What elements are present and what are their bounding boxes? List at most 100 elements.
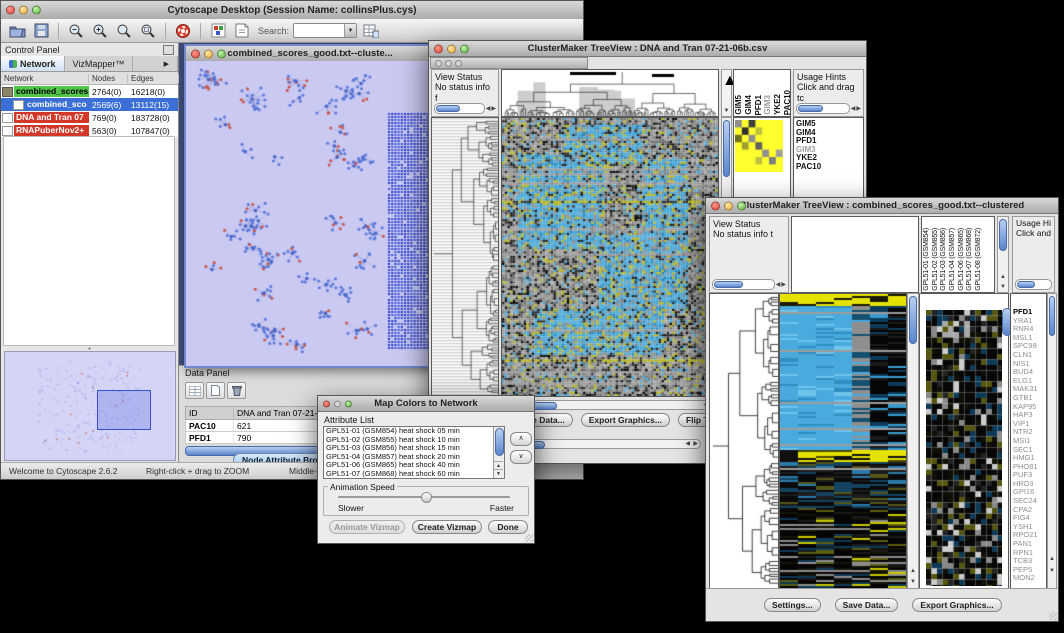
- zoom-fit-icon[interactable]: [114, 21, 134, 40]
- column-label: GIM3: [764, 95, 773, 115]
- close-icon[interactable]: [434, 44, 443, 53]
- network-icon: [13, 100, 24, 110]
- scroll-left-icon[interactable]: ◀: [776, 282, 781, 288]
- network-canvas[interactable]: [186, 61, 430, 362]
- close-icon[interactable]: [711, 201, 720, 210]
- network-list-row[interactable]: DNA and Tran 07 769(0) 183728(0): [1, 111, 178, 124]
- view-status-scrollbar[interactable]: ◀ ▶: [434, 103, 496, 114]
- zoom-window-icon[interactable]: [737, 201, 746, 210]
- vizmapper-icon[interactable]: [208, 21, 228, 40]
- resize-grip[interactable]: [525, 534, 533, 542]
- zoom-selected-icon[interactable]: [138, 21, 158, 40]
- column-dendrogram-canvas[interactable]: [502, 70, 718, 116]
- scroll-down-icon[interactable]: ▼: [494, 469, 503, 478]
- network-list-row[interactable]: combined_sco 2569(6) 13112(15): [1, 98, 178, 111]
- treeview-action-button[interactable]: Export Graphics...: [581, 413, 670, 427]
- scroll-up-icon[interactable]: ▲: [1048, 556, 1056, 562]
- scroll-up-icon[interactable]: ▲: [998, 274, 1008, 280]
- tab-overflow-icon[interactable]: ▶: [156, 56, 178, 71]
- move-up-button[interactable]: ∧: [510, 432, 532, 446]
- row-dendrogram-canvas[interactable]: [710, 294, 778, 588]
- column-strip-scrollbar[interactable]: ▲ ▼: [721, 69, 732, 117]
- heatmap-canvas[interactable]: [502, 118, 718, 396]
- zoom-window-icon[interactable]: [345, 400, 352, 407]
- network-list-row[interactable]: combined_scores 2764(0) 16218(0): [1, 85, 178, 98]
- scroll-left-icon[interactable]: ◀: [851, 106, 856, 112]
- heatmap-panel: [501, 117, 719, 397]
- usage-hints-panel: Usage Hints Click and drag tc ◀ ▶: [793, 69, 864, 117]
- minimize-icon[interactable]: [204, 49, 213, 58]
- heatmap-canvas[interactable]: [780, 294, 906, 588]
- attribute-item[interactable]: GPL51-07 (GSM868) heat shock 60 min: [324, 470, 504, 479]
- zoom-window-icon[interactable]: [455, 60, 462, 67]
- gene-label[interactable]: PAC10: [794, 163, 863, 172]
- row-dendrogram-canvas[interactable]: [432, 118, 498, 396]
- overview-viewport[interactable]: [97, 390, 151, 430]
- close-icon[interactable]: [191, 49, 200, 58]
- open-file-icon[interactable]: [7, 21, 27, 40]
- zoom-in-icon[interactable]: [90, 21, 110, 40]
- minimize-icon[interactable]: [334, 400, 341, 407]
- window-controls[interactable]: [6, 6, 41, 15]
- search-input[interactable]: ▼: [293, 23, 357, 38]
- scroll-up-icon[interactable]: ▲: [722, 72, 731, 90]
- slider-thumb[interactable]: [421, 492, 432, 503]
- gene-list-vscrollbar[interactable]: ▲ ▼: [1047, 293, 1057, 589]
- resize-grip[interactable]: [1049, 612, 1057, 620]
- network-tab-icon: [9, 60, 17, 68]
- scroll-right-icon[interactable]: ▶: [693, 441, 698, 447]
- scroll-down-icon[interactable]: ▼: [908, 579, 918, 585]
- scroll-right-icon[interactable]: ▶: [856, 106, 861, 112]
- usage-hints-scrollbar[interactable]: ◀ ▶: [796, 103, 861, 114]
- tab-network[interactable]: Network: [1, 56, 65, 71]
- create-vizmap-button[interactable]: Create Vizmap: [412, 520, 482, 534]
- animate-vizmap-button[interactable]: Animate Vizmap: [329, 520, 405, 534]
- scroll-down-icon[interactable]: ▼: [722, 108, 731, 114]
- move-down-button[interactable]: ∨: [510, 450, 532, 464]
- search-dropdown-icon[interactable]: ▼: [344, 24, 356, 37]
- view-status-scrollbar[interactable]: ◀ ▶: [712, 279, 786, 290]
- gene-label[interactable]: MON2: [1011, 574, 1046, 583]
- scroll-right-icon[interactable]: ▶: [781, 282, 786, 288]
- scroll-down-icon[interactable]: ▼: [1048, 568, 1056, 574]
- new-attribute-icon[interactable]: [206, 382, 225, 399]
- float-panel-icon[interactable]: [163, 45, 174, 55]
- animation-speed-slider[interactable]: [338, 496, 510, 498]
- usage-hints-scrollbar[interactable]: [1015, 279, 1052, 290]
- select-attributes-icon[interactable]: [185, 382, 204, 399]
- treeview2-titlebar: ClusterMaker TreeView : combined_scores_…: [706, 198, 1058, 214]
- close-icon[interactable]: [323, 400, 330, 407]
- attribute-list-vscrollbar[interactable]: ▲ ▼: [493, 427, 504, 478]
- zoom-matrix-canvas: [735, 120, 783, 172]
- view-status-panel: View Status No status info f ◀ ▶: [431, 69, 499, 117]
- network-table-header: Network Nodes Edges: [1, 72, 178, 85]
- save-icon[interactable]: [31, 21, 51, 40]
- scroll-down-icon[interactable]: ▼: [998, 284, 1008, 290]
- minimize-icon[interactable]: [447, 44, 456, 53]
- zoom-window-icon[interactable]: [460, 44, 469, 53]
- scroll-left-icon[interactable]: ◀: [486, 106, 491, 112]
- scroll-left-icon[interactable]: ◀: [685, 441, 690, 447]
- scroll-right-icon[interactable]: ▶: [491, 106, 496, 112]
- row-dendrogram-panel: [431, 117, 499, 397]
- column-labels-vscrollbar[interactable]: ▲ ▼: [997, 216, 1009, 293]
- minimize-icon[interactable]: [445, 60, 452, 67]
- zoom-window-icon[interactable]: [217, 49, 226, 58]
- zoom-out-icon[interactable]: [66, 21, 86, 40]
- import-table-icon[interactable]: [361, 21, 381, 40]
- delete-attribute-icon[interactable]: [227, 382, 246, 399]
- heatmap-vscrollbar[interactable]: ▲ ▼: [907, 293, 919, 589]
- close-icon[interactable]: [435, 60, 442, 67]
- zoom-window-icon[interactable]: [32, 6, 41, 15]
- help-lifering-icon[interactable]: [173, 21, 193, 40]
- treeview-action-button[interactable]: Settings...: [764, 598, 821, 612]
- treeview-action-button[interactable]: Save Data...: [835, 598, 899, 612]
- minimize-icon[interactable]: [724, 201, 733, 210]
- annotation-icon[interactable]: [232, 21, 252, 40]
- close-icon[interactable]: [6, 6, 15, 15]
- scroll-up-icon[interactable]: ▲: [908, 568, 918, 574]
- treeview-action-button[interactable]: Export Graphics...: [912, 598, 1001, 612]
- tab-vizmapper[interactable]: VizMapper™: [65, 56, 134, 71]
- done-button[interactable]: Done: [488, 520, 528, 534]
- minimize-icon[interactable]: [19, 6, 28, 15]
